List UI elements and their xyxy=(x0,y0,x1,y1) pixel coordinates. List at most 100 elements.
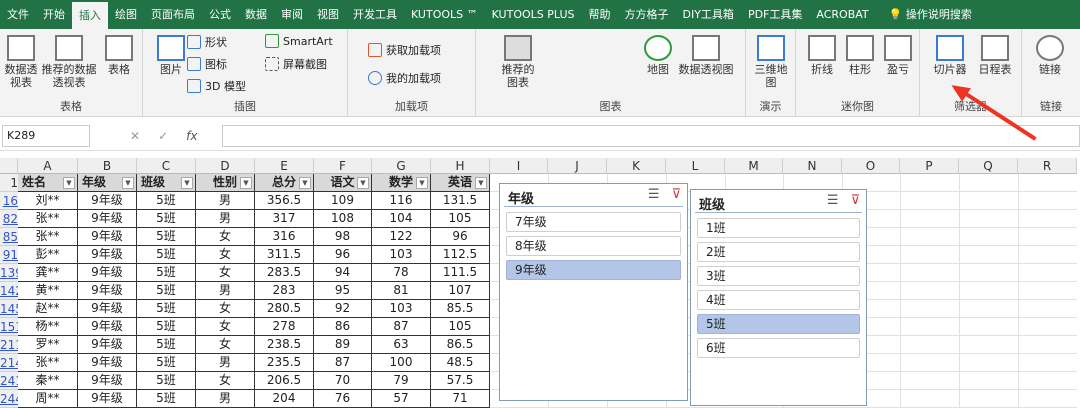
table-cell[interactable]: 9年级 xyxy=(78,390,137,408)
tab-14[interactable]: DIY工具箱 xyxy=(676,0,741,29)
table-cell[interactable]: 男 xyxy=(196,354,255,372)
table-cell[interactable]: 张** xyxy=(18,210,78,228)
column-header[interactable]: C xyxy=(137,158,196,174)
slicer-class[interactable]: 班级 ☰ ⊽ 1班 2班 3班 4班 5班 6班 xyxy=(690,189,867,406)
table-cell[interactable]: 女 xyxy=(196,372,255,390)
column-header[interactable]: D xyxy=(196,158,255,174)
recommended-charts-button[interactable]: 推荐的图表 xyxy=(498,35,538,89)
table-cell[interactable]: 92 xyxy=(314,300,372,318)
column-header[interactable]: I xyxy=(490,158,548,174)
slicer-item[interactable]: 4班 xyxy=(697,290,860,310)
table-cell[interactable]: 9年级 xyxy=(78,372,137,390)
table-cell[interactable]: 5班 xyxy=(137,390,196,408)
table-cell[interactable]: 女 xyxy=(196,228,255,246)
table-cell[interactable]: 89 xyxy=(314,336,372,354)
icons-button[interactable]: 图标 xyxy=(187,56,227,72)
table-cell[interactable]: 48.5 xyxy=(431,354,490,372)
table-cell[interactable]: 70 xyxy=(314,372,372,390)
screenshot-button[interactable]: 屏幕截图 xyxy=(265,56,327,72)
table-cell[interactable]: 95 xyxy=(314,282,372,300)
filter-dropdown-icon[interactable]: ▼ xyxy=(299,177,311,189)
table-cell[interactable]: 105 xyxy=(431,318,490,336)
table-cell[interactable]: 94 xyxy=(314,264,372,282)
tab-17[interactable]: 💡 操作说明搜索 xyxy=(882,0,979,29)
name-box[interactable]: K289 xyxy=(2,125,90,147)
table-cell[interactable]: 9年级 xyxy=(78,264,137,282)
column-header[interactable]: P xyxy=(900,158,959,174)
table-cell[interactable]: 男 xyxy=(196,210,255,228)
table-cell[interactable]: 女 xyxy=(196,246,255,264)
table-cell[interactable]: 103 xyxy=(372,300,431,318)
slicer-grade[interactable]: 年级 ☰ ⊽ 7年级 8年级 9年级 xyxy=(499,183,688,401)
table-cell[interactable]: 87 xyxy=(372,318,431,336)
table-cell[interactable]: 彭** xyxy=(18,246,78,264)
table-cell[interactable]: 5班 xyxy=(137,210,196,228)
table-cell[interactable]: 87 xyxy=(314,354,372,372)
table-cell[interactable]: 63 xyxy=(372,336,431,354)
table-cell[interactable]: 131.5 xyxy=(431,192,490,210)
select-all[interactable] xyxy=(0,158,18,174)
filter-dropdown-icon[interactable]: ▼ xyxy=(240,177,252,189)
table-cell[interactable]: 5班 xyxy=(137,354,196,372)
tab-1[interactable]: 开始 xyxy=(36,0,72,29)
table-cell[interactable]: 316 xyxy=(255,228,314,246)
table-cell[interactable]: 85.5 xyxy=(431,300,490,318)
table-cell[interactable]: 罗** xyxy=(18,336,78,354)
table-cell[interactable]: 116 xyxy=(372,192,431,210)
table-cell[interactable]: 111.5 xyxy=(431,264,490,282)
table-cell[interactable]: 杨** xyxy=(18,318,78,336)
table-cell[interactable]: 赵** xyxy=(18,300,78,318)
row-header[interactable]: 1 xyxy=(0,174,18,192)
table-cell[interactable]: 秦** xyxy=(18,372,78,390)
tab-2[interactable]: 插入 xyxy=(72,2,108,29)
table-cell[interactable]: 9年级 xyxy=(78,246,137,264)
table-cell[interactable]: 206.5 xyxy=(255,372,314,390)
table-cell[interactable]: 9年级 xyxy=(78,336,137,354)
table-cell[interactable]: 9年级 xyxy=(78,282,137,300)
table-cell[interactable]: 周** xyxy=(18,390,78,408)
table-cell[interactable]: 57.5 xyxy=(431,372,490,390)
column-header[interactable]: M xyxy=(725,158,783,174)
table-cell[interactable]: 5班 xyxy=(137,228,196,246)
map-chart-button[interactable]: 地图 xyxy=(642,35,674,76)
table-cell[interactable]: 86 xyxy=(314,318,372,336)
column-header[interactable]: H xyxy=(431,158,490,174)
table-cell[interactable]: 女 xyxy=(196,336,255,354)
filter-applied-icon[interactable]: ▼ xyxy=(181,177,193,189)
3d-model-button[interactable]: 3D 模型 xyxy=(187,78,246,94)
row-header[interactable]: 142 xyxy=(0,282,18,300)
slicer-item[interactable]: 7年级 xyxy=(506,212,681,232)
table-cell[interactable]: 76 xyxy=(314,390,372,408)
slicer-item[interactable]: 8年级 xyxy=(506,236,681,256)
table-cell[interactable]: 5班 xyxy=(137,336,196,354)
slicer-item[interactable]: 2班 xyxy=(697,242,860,262)
row-header[interactable]: 151 xyxy=(0,318,18,336)
column-header[interactable]: E xyxy=(255,158,314,174)
table-cell[interactable]: 9年级 xyxy=(78,228,137,246)
sparkline-column-button[interactable]: 柱形 xyxy=(844,35,876,76)
tab-7[interactable]: 审阅 xyxy=(274,0,310,29)
enter-icon[interactable]: ✓ xyxy=(158,129,168,143)
table-cell[interactable]: 5班 xyxy=(137,246,196,264)
table-cell[interactable]: 238.5 xyxy=(255,336,314,354)
row-header[interactable]: 241 xyxy=(0,372,18,390)
tab-8[interactable]: 视图 xyxy=(310,0,346,29)
picture-button[interactable]: 图片 xyxy=(151,35,191,76)
table-cell[interactable]: 122 xyxy=(372,228,431,246)
table-cell[interactable]: 96 xyxy=(431,228,490,246)
table-cell[interactable]: 283 xyxy=(255,282,314,300)
tab-13[interactable]: 方方格子 xyxy=(618,0,676,29)
column-header[interactable]: A xyxy=(18,158,78,174)
multi-select-icon[interactable]: ☰ xyxy=(648,187,660,202)
table-cell[interactable]: 张** xyxy=(18,228,78,246)
table-cell[interactable]: 5班 xyxy=(137,318,196,336)
column-header[interactable]: N xyxy=(783,158,842,174)
clear-filter-icon[interactable]: ⊽ xyxy=(850,193,860,208)
table-cell[interactable]: 男 xyxy=(196,390,255,408)
column-header[interactable]: K xyxy=(607,158,666,174)
table-cell[interactable]: 男 xyxy=(196,192,255,210)
filter-applied-icon[interactable]: ▼ xyxy=(122,177,134,189)
table-cell[interactable]: 356.5 xyxy=(255,192,314,210)
slicer-item[interactable]: 9年级 xyxy=(506,260,681,280)
column-header[interactable]: G xyxy=(372,158,431,174)
